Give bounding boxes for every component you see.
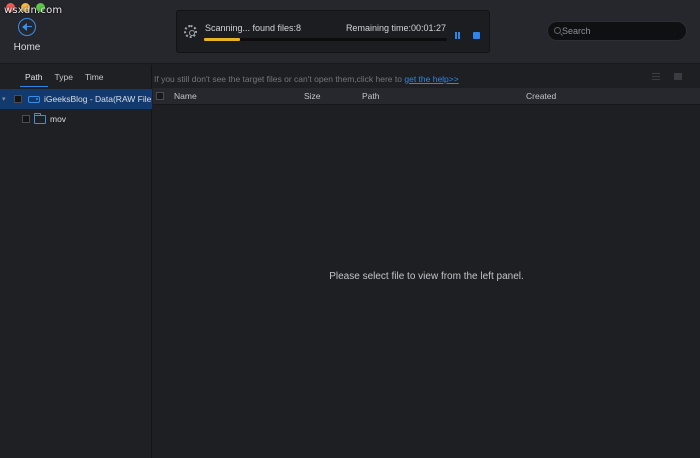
scan-progress-fill	[204, 38, 241, 41]
left-panel: Path Type Time ▾ iGeeksBlog - Data(RAW F…	[0, 65, 152, 458]
grid-view-icon[interactable]	[674, 73, 682, 80]
scan-status-text: Scanning... found files:8	[205, 23, 302, 33]
search-icon	[554, 27, 561, 34]
home-back-icon	[18, 18, 36, 36]
search-input[interactable]	[562, 25, 680, 37]
drive-icon	[28, 95, 40, 103]
scan-progress-bar	[204, 38, 447, 41]
column-header-name[interactable]: Name	[174, 91, 197, 101]
top-toolbar: wsxdn.com Home Scanning... found files:8…	[0, 0, 700, 64]
sort-tabs: Path Type Time	[20, 72, 111, 87]
column-header-size[interactable]: Size	[304, 91, 321, 101]
watermark-text: wsxdn.com	[4, 5, 63, 16]
list-view-icon[interactable]	[652, 73, 660, 80]
caret-down-icon[interactable]: ▾	[2, 95, 10, 103]
pause-icon[interactable]	[453, 31, 462, 40]
tab-type[interactable]: Type	[50, 72, 78, 87]
scan-progress-panel: Scanning... found files:8 Remaining time…	[176, 10, 490, 53]
scanning-spinner-icon	[184, 25, 197, 38]
tab-path[interactable]: Path	[20, 72, 48, 87]
home-button[interactable]: Home	[10, 18, 44, 53]
remaining-time-text: Remaining time:00:01:27	[345, 23, 446, 33]
column-header-path[interactable]: Path	[362, 91, 380, 101]
tree-item-checkbox[interactable]	[14, 95, 22, 103]
search-box[interactable]	[547, 21, 687, 41]
tree-item-checkbox[interactable]	[22, 115, 30, 123]
stop-icon[interactable]	[473, 32, 480, 39]
help-hint: If you still don't see the target files …	[154, 74, 459, 84]
folder-icon	[33, 112, 46, 124]
tree-item-folder[interactable]: mov	[0, 109, 152, 129]
select-all-checkbox[interactable]	[156, 92, 164, 100]
tree-item-label: iGeeksBlog - Data(RAW File	[44, 94, 152, 104]
file-list-panel: If you still don't see the target files …	[153, 65, 700, 458]
table-header: Name Size Path Created	[153, 88, 700, 105]
column-header-created[interactable]: Created	[526, 91, 556, 101]
tab-time[interactable]: Time	[80, 72, 109, 87]
empty-state-message: Please select file to view from the left…	[329, 271, 524, 282]
view-toggle	[652, 73, 682, 80]
home-label: Home	[13, 42, 41, 53]
tree-item-drive[interactable]: ▾ iGeeksBlog - Data(RAW File	[0, 89, 152, 109]
file-tree: ▾ iGeeksBlog - Data(RAW File mov	[0, 89, 152, 129]
help-hint-text: If you still don't see the target files …	[154, 74, 405, 84]
help-link[interactable]: get the help>>	[404, 74, 458, 84]
tree-item-label: mov	[50, 114, 67, 124]
